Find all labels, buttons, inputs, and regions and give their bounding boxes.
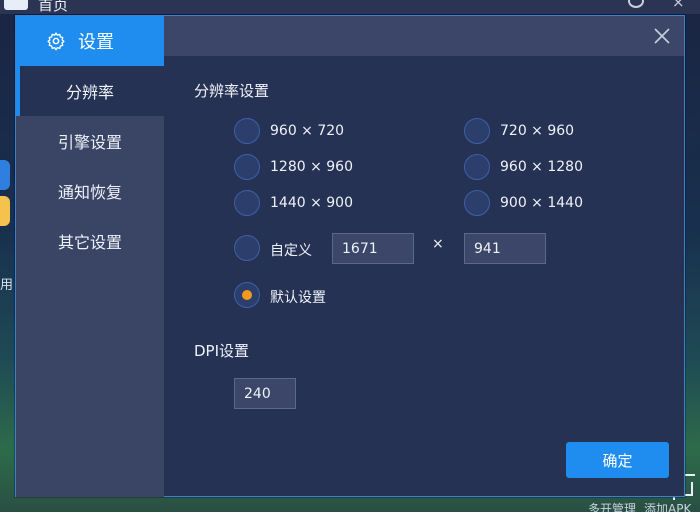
sidebar-item-resolution[interactable]: 分辨率 [16, 66, 164, 116]
resolution-label-960x1280: 960 × 1280 [500, 159, 583, 175]
sidebar-item-engine[interactable]: 引擎设置 [16, 116, 164, 166]
settings-sidebar: 分辨率 引擎设置 通知恢复 其它设置 [16, 66, 164, 497]
resolution-section-title: 分辨率设置 [194, 82, 270, 100]
window-close-icon[interactable]: × [672, 0, 685, 11]
home-icon[interactable] [4, 0, 28, 10]
gear-icon [47, 32, 65, 51]
resolution-label-1440x900: 1440 × 900 [270, 195, 353, 211]
app-icon[interactable] [0, 160, 10, 190]
custom-width-input[interactable] [332, 233, 414, 264]
close-icon[interactable] [652, 26, 672, 46]
custom-height-input[interactable] [464, 233, 546, 264]
sidebar-item-notification[interactable]: 通知恢复 [16, 166, 164, 216]
dialog-title-tab: 设置 [16, 16, 164, 66]
resolution-radio-custom[interactable] [234, 235, 260, 261]
resolution-radio-1280x960[interactable] [234, 154, 260, 180]
settings-dialog: 设置 分辨率 引擎设置 通知恢复 其它设置 分辨率设置 960 × 720 72… [15, 15, 685, 497]
resolution-radio-default[interactable] [234, 282, 260, 308]
home-tab-label[interactable]: 首页 [38, 0, 68, 15]
resolution-label-1280x960: 1280 × 960 [270, 159, 353, 175]
confirm-button[interactable]: 确定 [566, 442, 669, 478]
resolution-label-900x1440: 900 × 1440 [500, 195, 583, 211]
resolution-label-720x960: 720 × 960 [500, 123, 575, 139]
resolution-radio-720x960[interactable] [464, 118, 490, 144]
resolution-radio-1440x900[interactable] [234, 190, 260, 216]
desktop-top-bar [0, 0, 700, 14]
add-apk-button[interactable]: 添加APK [644, 500, 691, 512]
resolution-label-default: 默认设置 [270, 290, 326, 306]
resolution-label-custom: 自定义 [270, 243, 312, 259]
resolution-radio-900x1440[interactable] [464, 190, 490, 216]
custom-separator: × [432, 236, 444, 252]
dpi-input[interactable] [234, 378, 296, 409]
resolution-radio-960x1280[interactable] [464, 154, 490, 180]
dpi-section-title: DPI设置 [194, 342, 250, 360]
dialog-title: 设置 [78, 32, 114, 53]
multi-instance-button[interactable]: 多开管理 [588, 500, 636, 512]
sidebar-item-other[interactable]: 其它设置 [16, 216, 164, 266]
app-icon[interactable] [0, 196, 10, 226]
resolution-label-960x720: 960 × 720 [270, 123, 345, 139]
app-label: 用 [0, 278, 14, 293]
resolution-radio-960x720[interactable] [234, 118, 260, 144]
